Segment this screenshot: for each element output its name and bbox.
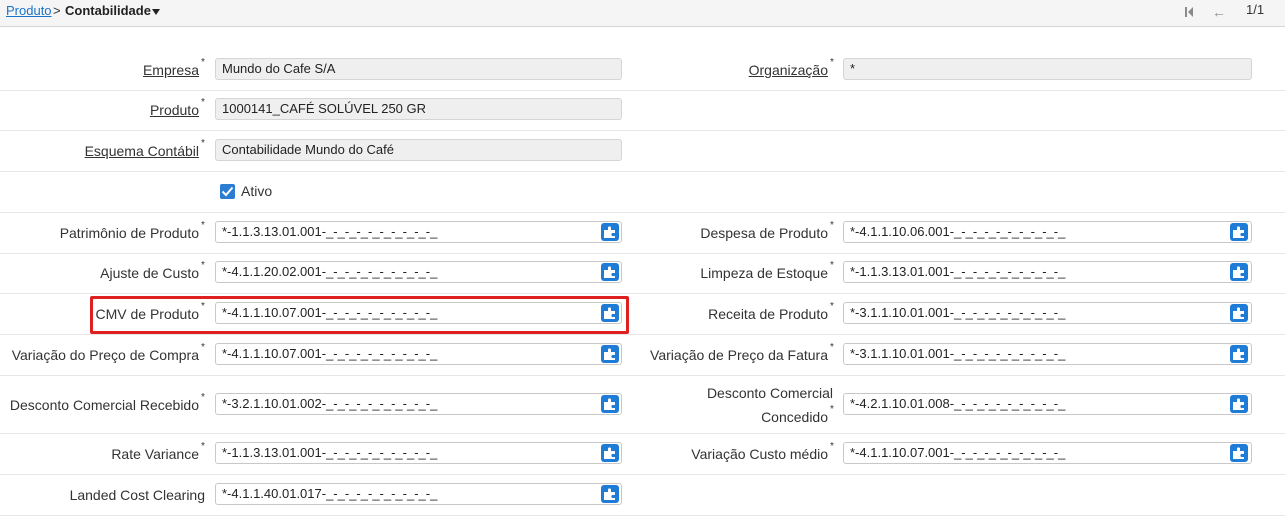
- chevron-down-icon[interactable]: [152, 9, 160, 15]
- esquema-contabil-label[interactable]: Esquema Contábil: [85, 143, 199, 159]
- esquema-contabil-field[interactable]: Contabilidade Mundo do Café: [215, 139, 622, 161]
- form-row: Rate Variance * *-1.1.3.13.01.001-_-_-_-…: [0, 433, 1285, 475]
- despesa-produto-button[interactable]: [1230, 223, 1248, 241]
- ajuste-custo-label: Ajuste de Custo: [100, 265, 199, 281]
- required-marker: *: [830, 441, 834, 452]
- rate-variance-button[interactable]: [601, 444, 619, 462]
- puzzle-icon: [604, 307, 615, 319]
- variacao-custo-medio-label: Variação Custo médio: [691, 446, 828, 462]
- checkmark-icon: [221, 186, 234, 197]
- cmv-produto-label: CMV de Produto: [95, 306, 200, 322]
- produto-field[interactable]: 1000141_CAFÉ SOLÚVEL 250 GR: [215, 98, 622, 120]
- required-marker: *: [201, 301, 205, 312]
- desconto-comercial-concedido-button[interactable]: [1230, 395, 1248, 413]
- required-marker: *: [830, 404, 834, 415]
- required-marker: *: [201, 97, 205, 108]
- desconto-comercial-concedido-field[interactable]: *-4.2.1.10.01.008-_-_-_-_-_-_-_-_-_-_: [843, 393, 1252, 415]
- rate-variance-field[interactable]: *-1.1.3.13.01.001-_-_-_-_-_-_-_-_-_-_: [215, 442, 622, 464]
- previous-record-icon[interactable]: ←: [1212, 4, 1226, 20]
- form-row: Desconto Comercial Recebido * *-3.2.1.10…: [0, 375, 1285, 434]
- patrimonio-produto-field[interactable]: *-1.1.3.13.01.001-_-_-_-_-_-_-_-_-_-_: [215, 221, 622, 243]
- receita-produto-button[interactable]: [1230, 304, 1248, 322]
- required-marker: *: [830, 220, 834, 231]
- required-marker: *: [830, 57, 834, 68]
- variacao-custo-medio-button[interactable]: [1230, 444, 1248, 462]
- empresa-label[interactable]: Empresa: [143, 62, 199, 78]
- required-marker: *: [830, 342, 834, 353]
- form-row: Ativo: [0, 171, 1285, 213]
- ativo-checkbox[interactable]: [220, 184, 235, 199]
- desconto-comercial-recebido-label: Desconto Comercial Recebido: [9, 397, 199, 413]
- variacao-preco-compra-field[interactable]: *-4.1.1.10.07.001-_-_-_-_-_-_-_-_-_-_: [215, 343, 622, 365]
- ativo-label: Ativo: [241, 183, 273, 199]
- desconto-comercial-concedido-label-line1: Desconto Comercial: [706, 385, 833, 401]
- produto-label[interactable]: Produto: [150, 102, 199, 118]
- breadcrumb-current-tab[interactable]: Contabilidade: [65, 3, 151, 18]
- rate-variance-label: Rate Variance: [111, 446, 199, 462]
- variacao-preco-compra-button[interactable]: [601, 345, 619, 363]
- puzzle-icon: [1233, 398, 1244, 410]
- puzzle-icon: [1233, 226, 1244, 238]
- landed-cost-clearing-field[interactable]: *-4.1.1.40.01.017-_-_-_-_-_-_-_-_-_-_: [215, 483, 622, 505]
- form-row: Produto * 1000141_CAFÉ SOLÚVEL 250 GR: [0, 90, 1285, 131]
- organizacao-field[interactable]: *: [843, 58, 1252, 80]
- organizacao-label[interactable]: Organização: [749, 62, 828, 78]
- form-row: Ajuste de Custo * *-4.1.1.20.02.001-_-_-…: [0, 253, 1285, 294]
- puzzle-icon: [1233, 447, 1244, 459]
- variacao-preco-fatura-label: Variação de Preço da Fatura: [650, 347, 828, 363]
- puzzle-icon: [604, 348, 615, 360]
- patrimonio-produto-button[interactable]: [601, 223, 619, 241]
- required-marker: *: [201, 392, 205, 403]
- desconto-comercial-recebido-button[interactable]: [601, 395, 619, 413]
- record-pager: 1/1: [1246, 2, 1265, 17]
- puzzle-icon: [604, 226, 615, 238]
- required-marker: *: [830, 301, 834, 312]
- landed-cost-clearing-label: Landed Cost Clearing: [69, 487, 205, 503]
- receita-produto-label: Receita de Produto: [708, 306, 828, 322]
- form-row: Esquema Contábil * Contabilidade Mundo d…: [0, 130, 1285, 172]
- required-marker: *: [201, 342, 205, 353]
- variacao-preco-fatura-button[interactable]: [1230, 345, 1248, 363]
- puzzle-icon: [1233, 266, 1244, 278]
- receita-produto-field[interactable]: *-3.1.1.10.01.001-_-_-_-_-_-_-_-_-_-_: [843, 302, 1252, 324]
- puzzle-icon: [604, 447, 615, 459]
- puzzle-icon: [604, 266, 615, 278]
- despesa-produto-field[interactable]: *-4.1.1.10.06.001-_-_-_-_-_-_-_-_-_-_: [843, 221, 1252, 243]
- puzzle-icon: [1233, 307, 1244, 319]
- limpeza-estoque-label: Limpeza de Estoque: [700, 265, 828, 281]
- variacao-preco-fatura-field[interactable]: *-3.1.1.10.01.001-_-_-_-_-_-_-_-_-_-_: [843, 343, 1252, 365]
- cmv-produto-button[interactable]: [601, 304, 619, 322]
- desconto-comercial-concedido-label-line2: Concedido: [761, 409, 828, 425]
- form-row: CMV de Produto * *-4.1.1.10.07.001-_-_-_…: [0, 293, 1285, 335]
- puzzle-icon: [604, 398, 615, 410]
- variacao-custo-medio-field[interactable]: *-4.1.1.10.07.001-_-_-_-_-_-_-_-_-_-_: [843, 442, 1252, 464]
- patrimonio-produto-label: Patrimônio de Produto: [59, 225, 199, 241]
- form-row: Variação do Preço de Compra * *-4.1.1.10…: [0, 334, 1285, 376]
- required-marker: *: [201, 260, 205, 271]
- cmv-produto-field[interactable]: *-4.1.1.10.07.001-_-_-_-_-_-_-_-_-_-_: [215, 302, 622, 324]
- required-marker: *: [201, 220, 205, 231]
- empresa-field[interactable]: Mundo do Cafe S/A: [215, 58, 622, 80]
- required-marker: *: [201, 138, 205, 149]
- limpeza-estoque-field[interactable]: *-1.1.3.13.01.001-_-_-_-_-_-_-_-_-_-_: [843, 261, 1252, 283]
- required-marker: *: [201, 57, 205, 68]
- desconto-comercial-recebido-field[interactable]: *-3.2.1.10.01.002-_-_-_-_-_-_-_-_-_-_: [215, 393, 622, 415]
- limpeza-estoque-button[interactable]: [1230, 263, 1248, 281]
- ajuste-custo-button[interactable]: [601, 263, 619, 281]
- despesa-produto-label: Despesa de Produto: [700, 225, 828, 241]
- breadcrumb-bar: Produto > Contabilidade ← 1/1: [0, 0, 1285, 27]
- puzzle-icon: [1233, 348, 1244, 360]
- required-marker: *: [830, 260, 834, 271]
- required-marker: *: [201, 441, 205, 452]
- variacao-preco-compra-label: Variação do Preço de Compra: [11, 347, 199, 363]
- breadcrumb-separator: >: [53, 3, 61, 18]
- ajuste-custo-field[interactable]: *-4.1.1.20.02.001-_-_-_-_-_-_-_-_-_-_: [215, 261, 622, 283]
- puzzle-icon: [604, 488, 615, 500]
- form-row: Empresa * Mundo do Cafe S/A Organização …: [0, 49, 1285, 91]
- landed-cost-clearing-button[interactable]: [601, 485, 619, 503]
- first-record-icon[interactable]: [1184, 6, 1194, 18]
- form-row: Patrimônio de Produto * *-1.1.3.13.01.00…: [0, 212, 1285, 254]
- form-row: Landed Cost Clearing *-4.1.1.40.01.017-_…: [0, 474, 1285, 516]
- breadcrumb-produto-link[interactable]: Produto: [6, 3, 52, 18]
